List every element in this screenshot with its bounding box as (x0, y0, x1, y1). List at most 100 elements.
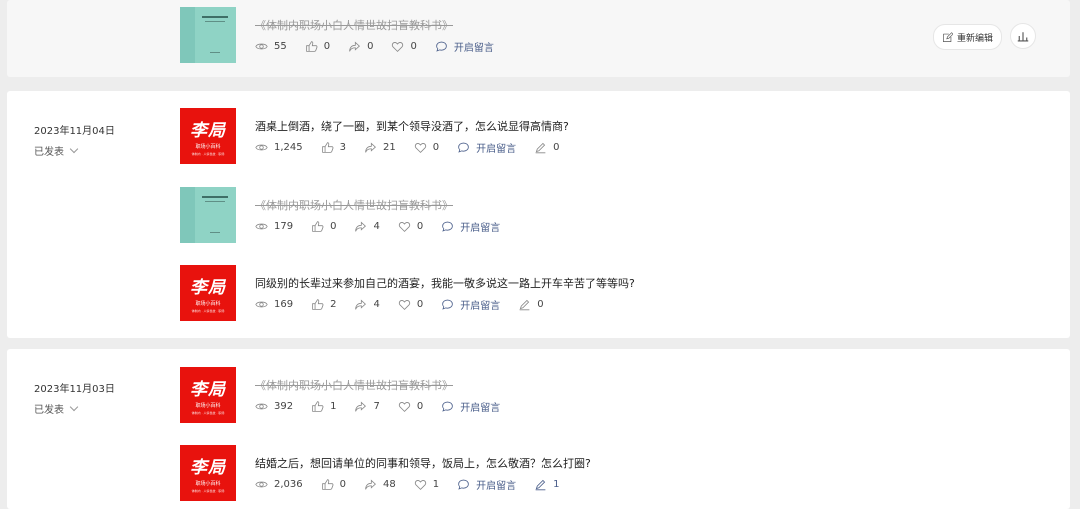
pencil-icon (535, 479, 546, 491)
favorites-stat: 1 (414, 478, 439, 491)
share-icon (349, 41, 361, 52)
article-item[interactable]: 李局 职场小百科 体制内 · 人情世故 · 职场 结婚之后，想回请单位的同事和领… (180, 445, 1030, 501)
comment-icon (436, 41, 447, 52)
article-title[interactable]: 《体制内职场小白人情世故扫盲教科书》 (255, 17, 453, 33)
views-stat: 169 (255, 298, 293, 311)
likes-stat: 1 (311, 400, 336, 413)
edits-stat[interactable]: 1 (534, 478, 560, 491)
views-stat: 55 (255, 40, 287, 53)
heart-icon (398, 222, 410, 232)
favorites-stat: 0 (398, 220, 423, 233)
article-item[interactable]: 《体制内职场小白人情世故扫盲教科书》 55 0 0 0 开启留言 (180, 7, 1030, 63)
share-icon (355, 221, 367, 232)
stats-button[interactable] (1010, 23, 1036, 49)
share-icon (355, 299, 367, 310)
heart-icon (414, 480, 426, 490)
views-stat: 2,036 (255, 478, 303, 491)
thumbs-up-icon (312, 299, 324, 310)
edits-stat[interactable]: 0 (518, 298, 544, 311)
shares-stat: 0 (348, 40, 373, 53)
article-stats: 179 0 4 0 开启留言 (255, 219, 518, 234)
article-cover-image: 李局 职场小百科 体制内 · 人情世故 · 职场 (180, 108, 236, 164)
heart-icon (414, 143, 426, 153)
views-stat: 179 (255, 220, 293, 233)
article-cover-image (180, 7, 236, 63)
article-stats: 55 0 0 0 开启留言 (255, 39, 512, 54)
thumbs-up-icon (305, 41, 318, 52)
article-group-card: 2023年11月03日 已发表 李局 职场小百科 体制内 · 人情世故 · 职场… (7, 349, 1070, 509)
heart-icon (398, 300, 410, 310)
likes-stat: 0 (305, 40, 330, 53)
enable-comments-link[interactable]: 开启留言 (441, 297, 500, 312)
shares-stat: 4 (354, 220, 380, 233)
comment-icon (442, 221, 454, 232)
chevron-down-icon (69, 144, 79, 153)
publish-status-dropdown[interactable]: 已发表 (34, 143, 115, 158)
enable-comments-link[interactable]: 开启留言 (441, 399, 500, 414)
pencil-icon (519, 299, 530, 311)
chevron-down-icon (69, 402, 79, 411)
article-cover-image: 李局 职场小百科 体制内 · 人情世故 · 职场 (180, 445, 236, 501)
likes-stat: 0 (321, 478, 346, 491)
favorites-stat: 0 (391, 40, 417, 53)
enable-comments-link[interactable]: 开启留言 (457, 477, 516, 492)
share-icon (355, 401, 367, 412)
enable-comments-link[interactable]: 开启留言 (457, 140, 516, 155)
eye-icon (255, 481, 268, 488)
article-item[interactable]: 《体制内职场小白人情世故扫盲教科书》 179 0 4 0 开启留言 (180, 187, 1030, 243)
thumbs-up-icon (312, 401, 324, 412)
article-stats: 169 2 4 0 开启留言 0 (255, 297, 562, 312)
edit-icon (943, 31, 953, 42)
edits-stat[interactable]: 0 (534, 141, 560, 154)
article-item[interactable]: 李局 职场小百科 体制内 · 人情世故 · 职场 酒桌上倒酒，绕了一圈，到某个领… (180, 108, 1030, 164)
shares-stat: 7 (354, 400, 380, 413)
eye-icon (255, 301, 268, 308)
pencil-icon (535, 142, 546, 154)
eye-icon (255, 144, 268, 151)
article-cover-image: 李局 职场小百科 体制内 · 人情世故 · 职场 (180, 265, 236, 321)
share-icon (365, 479, 376, 490)
article-title[interactable]: 结婚之后，想回请单位的同事和领导，饭局上，怎么敬酒？怎么打圈? (255, 455, 591, 471)
likes-stat: 2 (311, 298, 336, 311)
article-item[interactable]: 李局 职场小百科 体制内 · 人情世故 · 职场 同级别的长辈过来参加自己的酒宴… (180, 265, 1030, 321)
enable-comments-link[interactable]: 开启留言 (435, 39, 494, 54)
views-stat: 1,245 (255, 141, 303, 154)
thumbs-up-icon (321, 479, 334, 490)
share-icon (365, 142, 376, 153)
heart-icon (392, 42, 404, 52)
publish-status-dropdown[interactable]: 已发表 (34, 401, 115, 416)
article-stats: 2,036 0 48 1 开启留言 1 (255, 477, 578, 492)
comment-icon (458, 479, 469, 490)
article-title[interactable]: 酒桌上倒酒，绕了一圈，到某个领导没酒了，怎么说显得高情商? (255, 118, 569, 134)
comment-icon (442, 299, 454, 310)
article-stats: 1,245 3 21 0 开启留言 0 (255, 140, 578, 155)
likes-stat: 3 (321, 141, 346, 154)
favorites-stat: 0 (398, 298, 423, 311)
article-title[interactable]: 《体制内职场小白人情世故扫盲教科书》 (255, 377, 453, 393)
article-card: 《体制内职场小白人情世故扫盲教科书》 55 0 0 0 开启留言 重新编辑 (7, 0, 1070, 77)
comment-icon (458, 142, 469, 153)
article-item[interactable]: 李局 职场小百科 体制内 · 人情世故 · 职场 《体制内职场小白人情世故扫盲教… (180, 367, 1030, 423)
views-stat: 392 (255, 400, 293, 413)
favorites-stat: 0 (414, 141, 439, 154)
enable-comments-link[interactable]: 开启留言 (441, 219, 500, 234)
eye-icon (255, 403, 268, 410)
shares-stat: 4 (354, 298, 380, 311)
article-cover-image: 李局 职场小百科 体制内 · 人情世故 · 职场 (180, 367, 236, 423)
likes-stat: 0 (311, 220, 336, 233)
re-edit-button[interactable]: 重新编辑 (932, 24, 1002, 50)
shares-stat: 21 (364, 141, 396, 154)
eye-icon (255, 223, 268, 230)
bar-chart-icon (1017, 32, 1029, 42)
thumbs-up-icon (312, 221, 324, 232)
publish-date: 2023年11月04日 (34, 126, 115, 137)
heart-icon (398, 402, 410, 412)
eye-icon (255, 43, 268, 50)
article-title[interactable]: 同级别的长辈过来参加自己的酒宴，我能一敬多说这一路上开车辛苦了等等吗? (255, 275, 635, 291)
article-cover-image (180, 187, 236, 243)
publish-date: 2023年11月03日 (34, 384, 115, 395)
article-title[interactable]: 《体制内职场小白人情世故扫盲教科书》 (255, 197, 453, 213)
shares-stat: 48 (364, 478, 396, 491)
thumbs-up-icon (321, 142, 334, 153)
publish-info: 2023年11月03日 已发表 (34, 380, 115, 416)
